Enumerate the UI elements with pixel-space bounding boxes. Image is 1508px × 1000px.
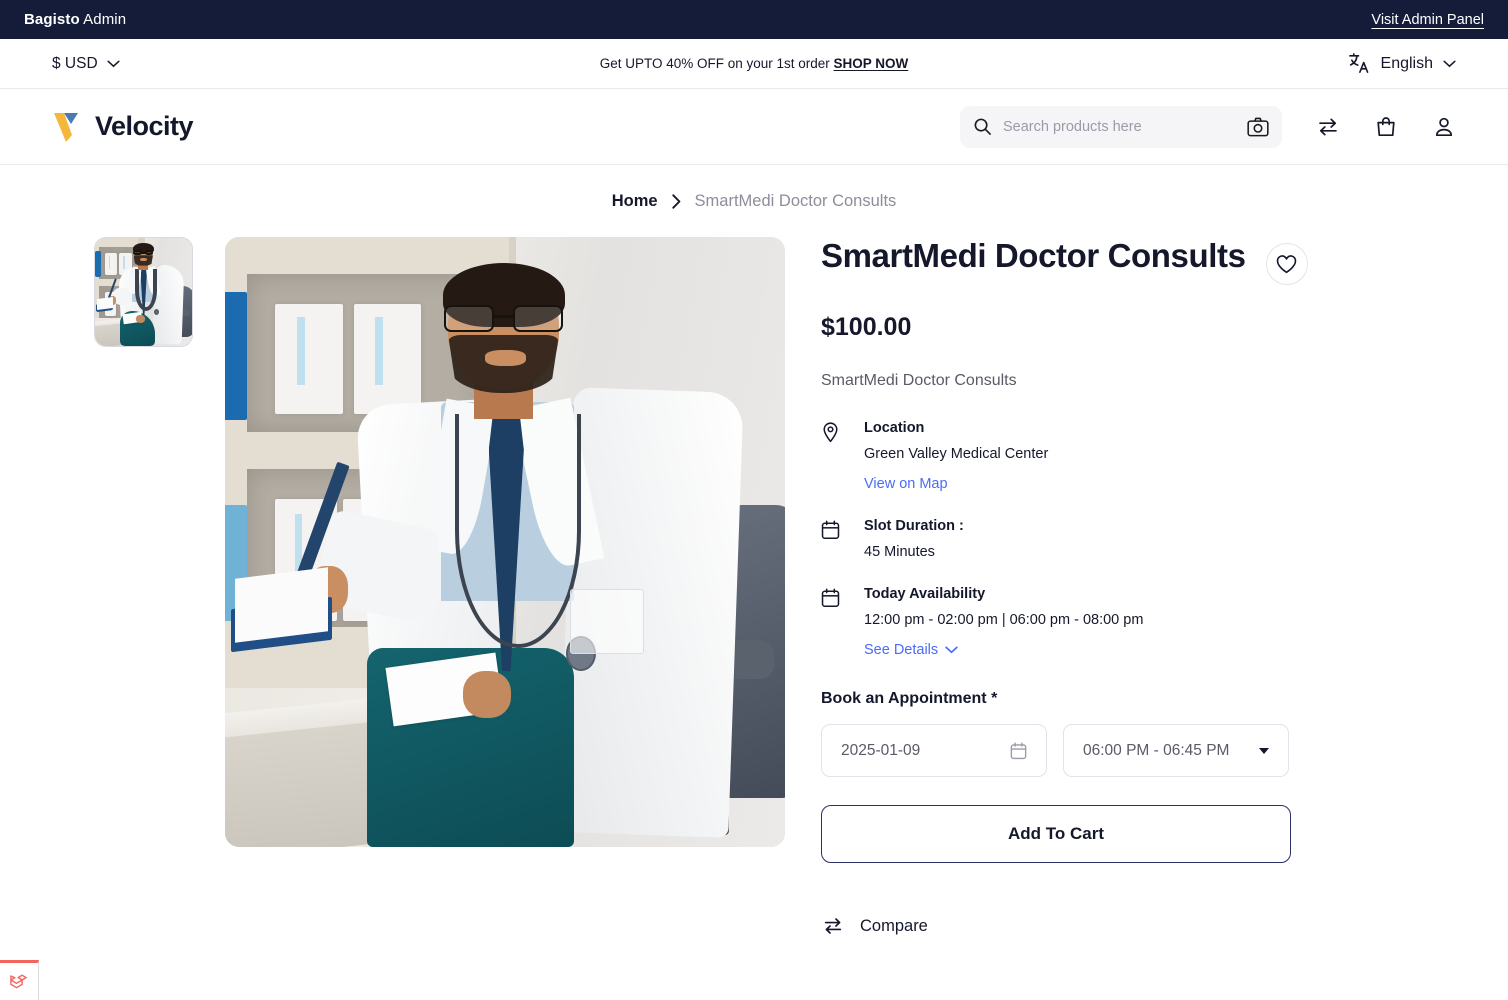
chevron-down-icon	[1443, 60, 1456, 67]
product-meta-list: Location Green Valley Medical Center Vie…	[821, 420, 1345, 658]
visit-admin-panel-link[interactable]: Visit Admin Panel	[1371, 12, 1484, 28]
book-appointment-label: Book an Appointment *	[821, 690, 998, 707]
appointment-time-select[interactable]: 06:00 PM - 06:45 PM	[1063, 724, 1289, 777]
laravel-logo-icon	[10, 974, 27, 988]
view-on-map-link[interactable]: View on Map	[864, 476, 1048, 492]
location-label: Location	[864, 420, 925, 436]
meta-body-slot-duration: Slot Duration : 45 Minutes	[864, 518, 964, 560]
logo-text: Velocity	[95, 111, 194, 141]
shop-now-link[interactable]: SHOP NOW	[834, 56, 909, 71]
meta-body-location: Location Green Valley Medical Center Vie…	[864, 420, 1048, 492]
language-switcher[interactable]: English	[1348, 52, 1456, 75]
compare-icon[interactable]	[1316, 115, 1340, 139]
translate-icon	[1348, 53, 1368, 73]
product-info: SmartMedi Doctor Consults $100.00 SmartM…	[785, 237, 1345, 937]
product-main-image[interactable]	[225, 237, 785, 847]
promo-text: Get UPTO 40% OFF on your 1st order	[599, 56, 834, 71]
velocity-logo-mark	[52, 111, 86, 143]
calendar-icon	[821, 518, 841, 545]
slot-duration-label: Slot Duration :	[864, 518, 964, 534]
see-details-link[interactable]: See Details	[864, 642, 1143, 658]
product-title-row: SmartMedi Doctor Consults	[821, 237, 1345, 285]
promo-strip: $ USD Get UPTO 40% OFF on your 1st order…	[0, 39, 1508, 89]
see-details-label: See Details	[864, 642, 939, 658]
laravel-debugbar-toggle[interactable]	[0, 960, 39, 1000]
admin-bar: Bagisto Admin Visit Admin Panel	[0, 0, 1508, 39]
compare-label: Compare	[860, 916, 928, 935]
breadcrumb: Home SmartMedi Doctor Consults	[0, 165, 1508, 237]
caret-down-icon	[1259, 747, 1269, 754]
breadcrumb-home[interactable]: Home	[612, 192, 658, 211]
product-price: $100.00	[821, 313, 912, 341]
meta-row-slot-duration: Slot Duration : 45 Minutes	[821, 518, 1345, 560]
meta-body-availability: Today Availability 12:00 pm - 02:00 pm |…	[864, 586, 1143, 658]
admin-brand-light: Admin	[79, 11, 127, 28]
compare-button[interactable]: Compare	[821, 915, 1345, 937]
search-icon	[974, 118, 991, 135]
calendar-icon	[1010, 742, 1027, 759]
availability-label: Today Availability	[864, 586, 986, 602]
product-short-description: SmartMedi Doctor Consults	[821, 372, 1017, 389]
slot-duration-value: 45 Minutes	[864, 544, 935, 560]
appointment-time-value: 06:00 PM - 06:45 PM	[1083, 741, 1230, 759]
user-account-icon[interactable]	[1432, 115, 1456, 139]
admin-brand: Bagisto Admin	[24, 11, 126, 28]
currency-label: $ USD	[52, 54, 98, 72]
shopping-bag-icon[interactable]	[1374, 115, 1398, 139]
chevron-down-icon	[945, 646, 958, 654]
search-input[interactable]	[1003, 118, 1236, 135]
promo-message: Get UPTO 40% OFF on your 1st order SHOP …	[0, 56, 1508, 71]
availability-value: 12:00 pm - 02:00 pm | 06:00 pm - 08:00 p…	[864, 612, 1144, 628]
meta-row-availability: Today Availability 12:00 pm - 02:00 pm |…	[821, 586, 1345, 658]
search-bar[interactable]	[960, 105, 1282, 148]
product-title: SmartMedi Doctor Consults	[821, 237, 1246, 274]
compare-arrows-icon	[824, 918, 842, 934]
site-logo[interactable]: Velocity	[52, 111, 194, 143]
chevron-right-icon	[671, 193, 681, 209]
camera-search-icon[interactable]	[1247, 117, 1269, 137]
language-label: English	[1380, 54, 1433, 72]
appointment-date-value: 2025-01-09	[841, 741, 921, 759]
appointment-date-field[interactable]: 2025-01-09	[821, 724, 1047, 777]
map-pin-icon	[821, 420, 841, 448]
site-header: Velocity	[0, 89, 1508, 165]
meta-row-location: Location Green Valley Medical Center Vie…	[821, 420, 1345, 492]
calendar-icon	[821, 586, 841, 613]
product-detail: SmartMedi Doctor Consults $100.00 SmartM…	[0, 237, 1508, 937]
header-icon-group	[1316, 115, 1456, 139]
location-value: Green Valley Medical Center	[864, 446, 1049, 462]
add-to-cart-button[interactable]: Add To Cart	[821, 805, 1291, 863]
product-gallery	[94, 237, 785, 937]
currency-switcher[interactable]: $ USD	[52, 55, 120, 73]
booking-fields: 2025-01-09 06:00 PM - 06:45 PM	[821, 724, 1345, 777]
wishlist-button[interactable]	[1265, 243, 1308, 285]
heart-icon	[1276, 254, 1297, 273]
admin-brand-bold: Bagisto	[24, 11, 80, 28]
breadcrumb-current: SmartMedi Doctor Consults	[694, 191, 897, 210]
thumbnail-image[interactable]	[94, 237, 193, 347]
chevron-down-icon	[107, 60, 120, 67]
thumbnail-list	[94, 237, 193, 937]
view-on-map-label: View on Map	[864, 476, 948, 492]
